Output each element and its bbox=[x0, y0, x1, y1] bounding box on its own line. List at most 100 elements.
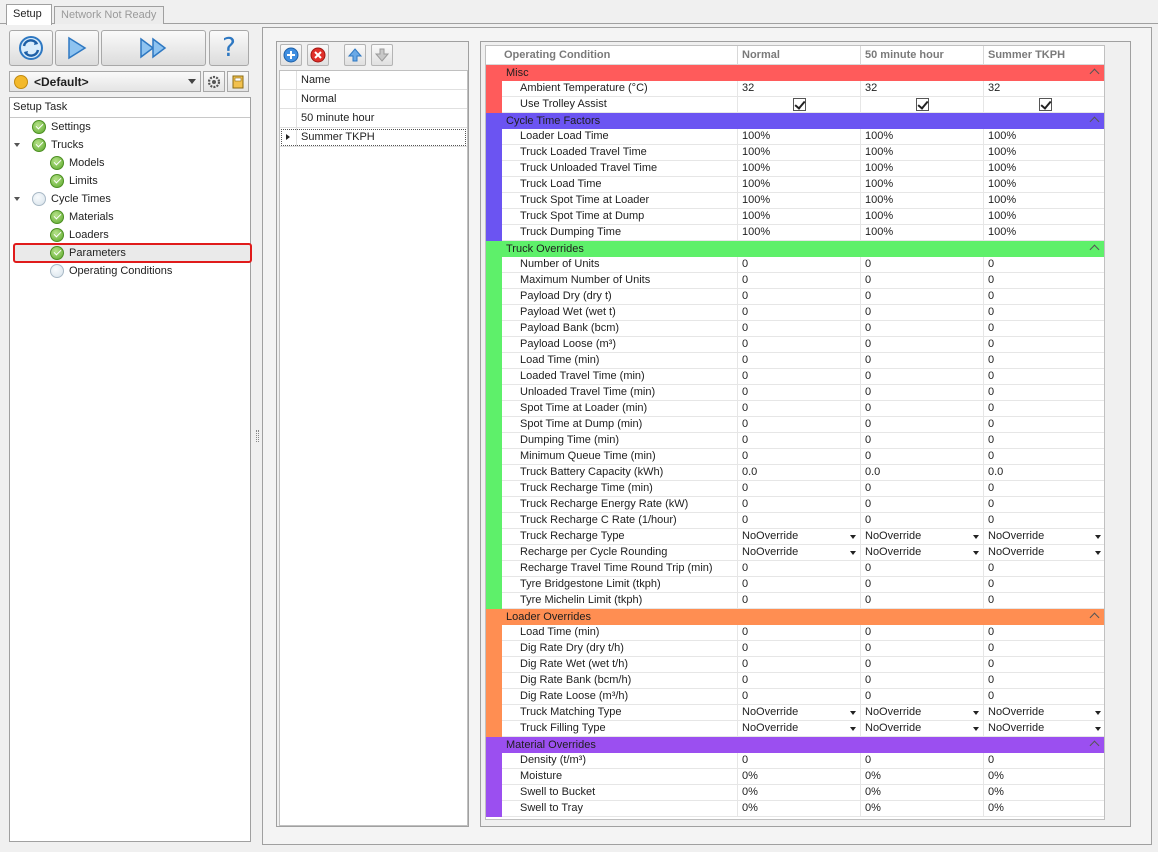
tree-item-trucks[interactable]: Trucks bbox=[14, 136, 84, 154]
move-up-button[interactable] bbox=[344, 44, 366, 66]
property-value[interactable]: 0 bbox=[984, 417, 1104, 433]
property-dropdown[interactable]: NoOverride bbox=[738, 705, 861, 721]
chevron-down-icon[interactable] bbox=[850, 727, 856, 731]
property-value[interactable]: 0 bbox=[861, 481, 984, 497]
property-value[interactable]: 0 bbox=[984, 481, 1104, 497]
property-value[interactable]: 100% bbox=[984, 129, 1104, 145]
chevron-down-icon[interactable] bbox=[973, 551, 979, 555]
property-value[interactable]: 0% bbox=[861, 769, 984, 785]
property-value[interactable]: 0 bbox=[861, 257, 984, 273]
category-truck-overrides[interactable]: Truck Overrides bbox=[486, 241, 1104, 257]
property-value[interactable]: 100% bbox=[984, 161, 1104, 177]
property-value[interactable]: 0 bbox=[984, 625, 1104, 641]
property-value[interactable]: 0 bbox=[861, 561, 984, 577]
property-checkbox-cell[interactable] bbox=[984, 97, 1104, 113]
property-value[interactable]: 0 bbox=[861, 321, 984, 337]
property-value[interactable]: 0 bbox=[738, 417, 861, 433]
delete-condition-button[interactable] bbox=[307, 44, 329, 66]
condition-row[interactable]: 50 minute hour bbox=[280, 109, 467, 128]
category-cycle-time-factors[interactable]: Cycle Time Factors bbox=[486, 113, 1104, 129]
play-button[interactable] bbox=[55, 30, 99, 66]
chevron-down-icon[interactable] bbox=[850, 711, 856, 715]
property-value[interactable]: 0 bbox=[861, 689, 984, 705]
tree-item-parameters[interactable]: Parameters bbox=[50, 244, 126, 262]
collapse-chevron-icon[interactable] bbox=[1089, 740, 1100, 751]
property-value[interactable]: 100% bbox=[984, 193, 1104, 209]
chevron-down-icon[interactable] bbox=[973, 711, 979, 715]
property-value[interactable]: 0% bbox=[984, 801, 1104, 817]
property-value[interactable]: 0 bbox=[984, 433, 1104, 449]
property-value[interactable]: 0 bbox=[984, 401, 1104, 417]
tree-item-settings[interactable]: Settings bbox=[32, 118, 91, 136]
expand-collapse-icon[interactable] bbox=[14, 197, 20, 201]
property-value[interactable]: 0 bbox=[738, 433, 861, 449]
property-value[interactable]: 0 bbox=[738, 385, 861, 401]
property-value[interactable]: 0 bbox=[984, 321, 1104, 337]
property-value[interactable]: 0 bbox=[861, 385, 984, 401]
property-value[interactable]: 0 bbox=[738, 689, 861, 705]
property-value[interactable]: 0% bbox=[738, 785, 861, 801]
property-value[interactable]: 100% bbox=[984, 177, 1104, 193]
property-value[interactable]: 100% bbox=[738, 193, 861, 209]
tree-item-limits[interactable]: Limits bbox=[50, 172, 98, 190]
category-loader-overrides[interactable]: Loader Overrides bbox=[486, 609, 1104, 625]
property-value[interactable]: 0 bbox=[861, 641, 984, 657]
property-value[interactable]: 0% bbox=[861, 785, 984, 801]
move-down-button[interactable] bbox=[371, 44, 393, 66]
property-value[interactable]: 100% bbox=[861, 225, 984, 241]
property-dropdown[interactable]: NoOverride bbox=[738, 529, 861, 545]
collapse-chevron-icon[interactable] bbox=[1089, 612, 1100, 623]
collapse-chevron-icon[interactable] bbox=[1089, 244, 1100, 255]
property-value[interactable]: 100% bbox=[738, 129, 861, 145]
property-value[interactable]: 0 bbox=[738, 593, 861, 609]
property-value[interactable]: 0% bbox=[984, 785, 1104, 801]
chevron-down-icon[interactable] bbox=[1095, 727, 1101, 731]
property-value[interactable]: 100% bbox=[738, 225, 861, 241]
property-checkbox-cell[interactable] bbox=[738, 97, 861, 113]
category-material-overrides[interactable]: Material Overrides bbox=[486, 737, 1104, 753]
property-value[interactable]: 0 bbox=[984, 513, 1104, 529]
property-value[interactable]: 0 bbox=[738, 625, 861, 641]
property-value[interactable]: 100% bbox=[861, 145, 984, 161]
property-value[interactable]: 100% bbox=[861, 193, 984, 209]
chevron-down-icon[interactable] bbox=[850, 535, 856, 539]
property-value[interactable]: 0.0 bbox=[738, 465, 861, 481]
property-value[interactable]: 0 bbox=[861, 753, 984, 769]
property-dropdown[interactable]: NoOverride bbox=[984, 721, 1104, 737]
property-dropdown[interactable]: NoOverride bbox=[984, 705, 1104, 721]
property-value[interactable]: 0 bbox=[738, 673, 861, 689]
checked-checkbox[interactable] bbox=[1038, 98, 1052, 111]
property-value[interactable]: 0 bbox=[984, 257, 1104, 273]
profile-settings-button[interactable] bbox=[203, 71, 225, 92]
property-value[interactable]: 0 bbox=[738, 401, 861, 417]
property-value[interactable]: 0 bbox=[738, 561, 861, 577]
property-value[interactable]: 0 bbox=[738, 321, 861, 337]
help-button[interactable]: ? bbox=[209, 30, 249, 66]
property-value[interactable]: 0 bbox=[738, 337, 861, 353]
property-value[interactable]: 100% bbox=[984, 225, 1104, 241]
property-value[interactable]: 0 bbox=[984, 337, 1104, 353]
property-value[interactable]: 0% bbox=[984, 769, 1104, 785]
chevron-down-icon[interactable] bbox=[973, 727, 979, 731]
property-value[interactable]: 32 bbox=[738, 81, 861, 97]
tab-setup[interactable]: Setup bbox=[6, 4, 52, 25]
property-value[interactable]: 0% bbox=[861, 801, 984, 817]
property-value[interactable]: 0 bbox=[984, 673, 1104, 689]
refresh-button[interactable] bbox=[9, 30, 53, 66]
collapse-chevron-icon[interactable] bbox=[1089, 68, 1100, 79]
property-value[interactable]: 0 bbox=[984, 353, 1104, 369]
collapse-chevron-icon[interactable] bbox=[1089, 116, 1100, 127]
tree-item-cycle-times[interactable]: Cycle Times bbox=[14, 190, 111, 208]
tree-item-loaders[interactable]: Loaders bbox=[50, 226, 109, 244]
chevron-down-icon[interactable] bbox=[1095, 535, 1101, 539]
chevron-down-icon[interactable] bbox=[973, 535, 979, 539]
property-value[interactable]: 100% bbox=[861, 129, 984, 145]
column-header-operating-condition[interactable]: Operating Condition bbox=[486, 46, 738, 65]
property-value[interactable]: 0 bbox=[984, 305, 1104, 321]
checked-checkbox[interactable] bbox=[793, 98, 806, 111]
property-value[interactable]: 0 bbox=[861, 401, 984, 417]
fast-forward-button[interactable] bbox=[101, 30, 206, 66]
tab-network-status[interactable]: Network Not Ready bbox=[54, 6, 164, 24]
property-value[interactable]: 0 bbox=[984, 497, 1104, 513]
property-value[interactable]: 0 bbox=[861, 657, 984, 673]
